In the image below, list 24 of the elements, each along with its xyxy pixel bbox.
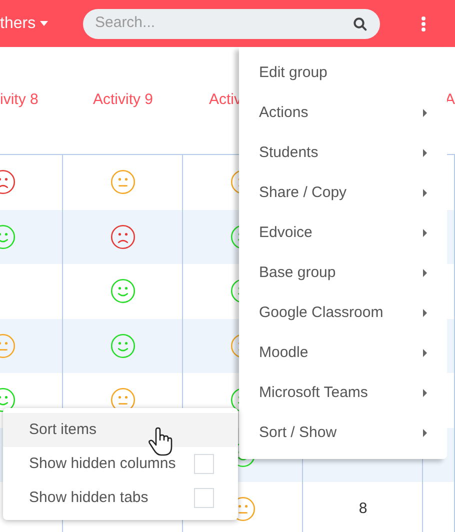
checkbox[interactable] [194,488,214,508]
menu-item[interactable]: Students [239,133,447,173]
more-icon [420,16,426,32]
menu-item[interactable]: Microsoft Teams [239,373,447,413]
table-cell-text: 8 [358,499,368,519]
menu-item[interactable]: Sort / Show [239,413,447,453]
search-icon [352,16,368,32]
menu-item[interactable]: Share / Copy [239,173,447,213]
smiley-face-icon [110,278,136,304]
menu-item[interactable]: Base group [239,253,447,293]
sad-face-icon [110,224,136,250]
neutral-face-icon [110,169,136,196]
search-input[interactable]: Search... [95,12,352,35]
menu-item[interactable]: Actions [239,93,447,133]
menu-item[interactable]: Google Classroom [239,293,447,333]
caret-icon [40,21,48,26]
checkbox[interactable] [194,454,214,474]
menu-item[interactable]: Show hidden tabs [3,481,238,515]
menu-item[interactable]: Sort items [3,413,238,447]
search-field[interactable]: Search... [83,8,380,38]
menu-item[interactable]: Edit group [239,53,447,93]
hand-cursor-icon [147,427,175,457]
menu-item[interactable]: Show hidden columns [3,447,238,481]
smiley-face-icon [110,332,136,359]
